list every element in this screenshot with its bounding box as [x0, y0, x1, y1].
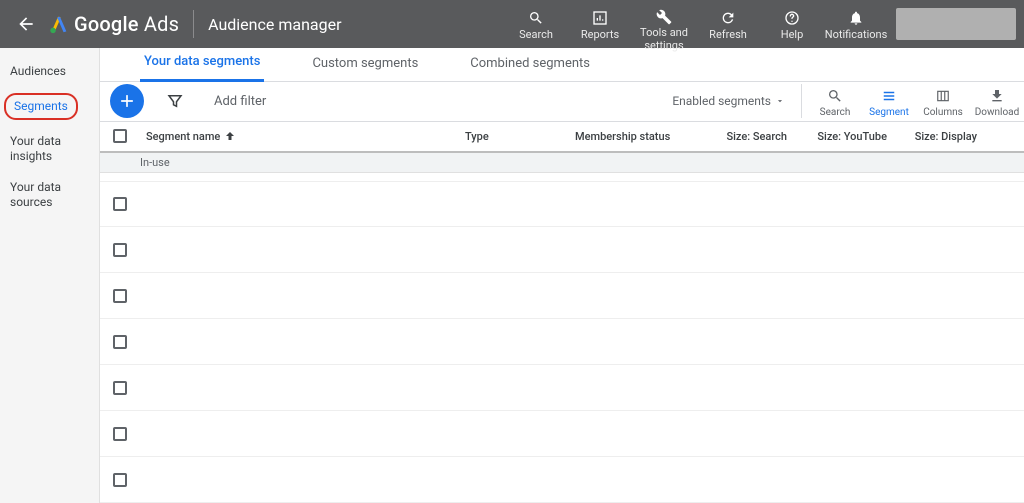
col-header-size-youtube[interactable]: Size: YouTube	[795, 130, 895, 143]
sidebar-item-insights[interactable]: Your data insights	[0, 126, 99, 172]
enabled-segments-dropdown[interactable]: Enabled segments	[672, 94, 785, 108]
row-checkbox[interactable]	[113, 243, 127, 257]
google-ads-logo-icon	[48, 13, 70, 35]
table-row[interactable]	[100, 457, 1024, 503]
toolbar: Add filter Enabled segments Search Segme…	[100, 82, 1024, 122]
sidebar-item-sources[interactable]: Your data sources	[0, 172, 99, 218]
col-header-size-search[interactable]: Size: Search	[705, 130, 795, 143]
row-checkbox[interactable]	[113, 197, 127, 211]
add-segment-button[interactable]	[110, 84, 144, 118]
tab-custom-segments[interactable]: Custom segments	[308, 56, 422, 81]
select-all-checkbox[interactable]	[113, 129, 127, 143]
row-checkbox[interactable]	[113, 289, 127, 303]
row-checkbox[interactable]	[113, 427, 127, 441]
filter-icon	[166, 92, 184, 110]
header-reports-button[interactable]: Reports	[568, 3, 632, 45]
refresh-icon	[720, 10, 736, 26]
logo: Google Ads	[48, 12, 179, 36]
col-header-type[interactable]: Type	[465, 130, 575, 143]
row-checkbox[interactable]	[113, 335, 127, 349]
header-notifications-button[interactable]: Notifications	[824, 3, 888, 45]
col-header-segment-name[interactable]: Segment name	[140, 130, 465, 143]
tab-your-data-segments[interactable]: Your data segments	[140, 54, 264, 82]
global-search-input[interactable]	[896, 8, 1016, 40]
filter-button[interactable]	[166, 92, 184, 110]
header-refresh-button[interactable]: Refresh	[696, 3, 760, 45]
sidebar-item-audiences[interactable]: Audiences	[0, 56, 99, 87]
help-icon	[784, 10, 800, 26]
divider	[801, 84, 802, 118]
view-columns-button[interactable]: Columns	[916, 85, 970, 118]
search-icon	[827, 88, 843, 104]
table-row[interactable]	[100, 273, 1024, 319]
header-tools-button[interactable]: Tools and settings	[632, 3, 696, 45]
view-segment-button[interactable]: Segment	[862, 85, 916, 118]
add-filter-label[interactable]: Add filter	[214, 94, 266, 109]
sidebar-item-segments[interactable]: Segments	[4, 93, 78, 120]
header-actions: Search Reports Tools and settings Refres…	[504, 3, 888, 45]
table-row[interactable]	[100, 227, 1024, 273]
table-header: Segment name Type Membership status Size…	[100, 122, 1024, 153]
top-bar: Google Ads Audience manager Search Repor…	[0, 0, 1024, 48]
page-title: Audience manager	[208, 15, 341, 34]
table-row[interactable]	[100, 319, 1024, 365]
back-button[interactable]	[8, 6, 44, 42]
sidebar: Audiences Segments Your data insights Yo…	[0, 48, 100, 503]
main-content: Your data segments Custom segments Combi…	[100, 48, 1024, 503]
chevron-down-icon	[775, 96, 785, 106]
bell-icon	[848, 10, 864, 26]
plus-icon	[117, 91, 137, 111]
sort-up-icon	[224, 130, 236, 142]
download-icon	[989, 88, 1005, 104]
wrench-icon	[656, 9, 672, 25]
row-checkbox[interactable]	[113, 473, 127, 487]
tab-combined-segments[interactable]: Combined segments	[466, 56, 594, 81]
table-row[interactable]	[100, 181, 1024, 227]
view-download-button[interactable]: Download	[970, 85, 1024, 118]
arrow-left-icon	[16, 14, 36, 34]
group-row-in-use: In-use	[100, 153, 1024, 173]
header-help-button[interactable]: Help	[760, 3, 824, 45]
brand-text: Google Ads	[74, 12, 179, 36]
header-search-button[interactable]: Search	[504, 3, 568, 45]
table-body	[100, 173, 1024, 503]
table-row[interactable]	[100, 411, 1024, 457]
search-icon	[528, 10, 544, 26]
segment-tabs: Your data segments Custom segments Combi…	[100, 48, 1024, 82]
view-search-button[interactable]: Search	[808, 85, 862, 118]
bar-chart-icon	[592, 10, 608, 26]
col-header-size-display[interactable]: Size: Display	[895, 130, 985, 143]
col-header-membership[interactable]: Membership status	[575, 130, 705, 143]
columns-icon	[935, 89, 951, 103]
segment-icon	[880, 89, 898, 103]
table-row[interactable]	[100, 365, 1024, 411]
divider	[193, 10, 194, 38]
row-checkbox[interactable]	[113, 381, 127, 395]
